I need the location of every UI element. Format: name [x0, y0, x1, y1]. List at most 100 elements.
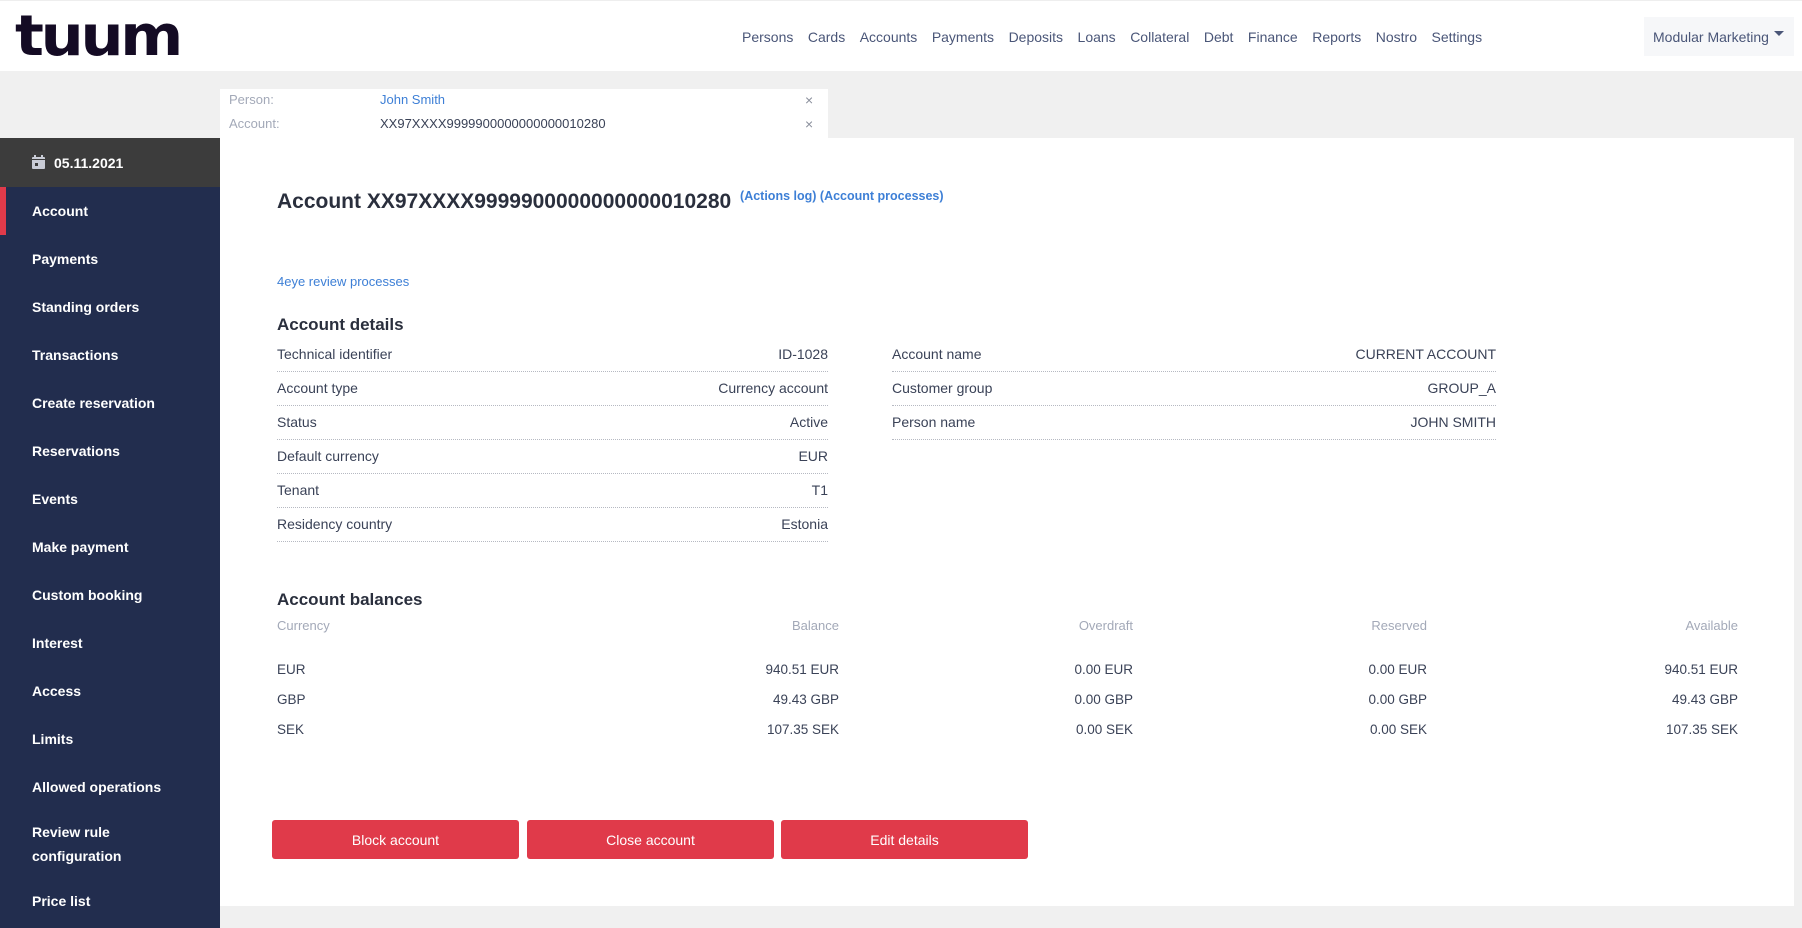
cell-balance: 107.35 SEK — [766, 722, 839, 737]
close-icon[interactable]: × — [805, 92, 813, 108]
nav-persons[interactable]: Persons — [742, 29, 793, 45]
sidebar-item-payments[interactable]: Payments — [0, 235, 220, 283]
detail-row: Default currency EUR — [277, 440, 828, 474]
column-header-available: Available — [1685, 618, 1738, 633]
close-account-button[interactable]: Close account — [527, 820, 774, 859]
sidebar-item-standing-orders[interactable]: Standing orders — [0, 283, 220, 331]
cell-overdraft: 0.00 EUR — [1074, 662, 1133, 677]
sidebar-item-allowed-operations[interactable]: Allowed operations — [0, 763, 220, 811]
context-person-link[interactable]: John Smith — [380, 92, 445, 107]
sidebar-item-custom-booking[interactable]: Custom booking — [0, 571, 220, 619]
detail-value: ID-1028 — [778, 346, 828, 362]
cell-currency: SEK — [277, 722, 305, 737]
context-person-label: Person: — [229, 92, 274, 107]
account-title: Account XX97XXXX9999900000000000010280 — [277, 190, 732, 213]
calendar-icon — [32, 154, 45, 169]
detail-row: Account name CURRENT ACCOUNT — [892, 338, 1496, 372]
account-details-title: Account details — [277, 315, 404, 334]
details-right-column: Account name CURRENT ACCOUNT Customer gro… — [892, 338, 1496, 440]
context-account-value: XX97XXXX9999900000000000010280 — [380, 116, 606, 131]
detail-row: Person name JOHN SMITH — [892, 406, 1496, 440]
column-header-overdraft: Overdraft — [1078, 618, 1133, 633]
detail-value: JOHN SMITH — [1410, 414, 1496, 430]
details-left-column: Technical identifier ID-1028 Account type… — [277, 338, 828, 542]
column-header-reserved: Reserved — [1371, 618, 1427, 633]
context-bar: Person: John Smith × Account: XX97XXXX99… — [220, 89, 828, 138]
cell-available: 49.43 GBP — [1671, 692, 1738, 707]
table-row: SEK 107.35 SEK 0.00 SEK 0.00 SEK 107.35 … — [277, 722, 1738, 752]
cell-currency: EUR — [277, 662, 306, 677]
4eye-review-processes-link[interactable]: 4eye review processes — [277, 274, 409, 289]
sidebar-item-make-payment[interactable]: Make payment — [0, 523, 220, 571]
balances-header-row: Currency Balance Overdraft Reserved Avai… — [277, 618, 1738, 638]
nav-settings[interactable]: Settings — [1431, 29, 1482, 45]
top-header: tuum Persons Cards Accounts Payments Dep… — [0, 0, 1802, 71]
sidebar-item-create-reservation[interactable]: Create reservation — [0, 379, 220, 427]
detail-value: EUR — [798, 448, 828, 464]
cell-balance: 940.51 EUR — [765, 662, 839, 677]
table-row: EUR 940.51 EUR 0.00 EUR 0.00 EUR 940.51 … — [277, 662, 1738, 692]
nav-reports[interactable]: Reports — [1312, 29, 1361, 45]
context-account-row: Account: XX97XXXX9999900000000000010280 … — [220, 116, 828, 140]
actions-log-link[interactable]: (Actions log) — [740, 189, 816, 203]
detail-label: Status — [277, 414, 317, 430]
tuum-logo[interactable]: tuum — [15, 9, 183, 65]
sidebar-item-limits[interactable]: Limits — [0, 715, 220, 763]
detail-label: Account name — [892, 346, 982, 362]
sidebar-item-events[interactable]: Events — [0, 475, 220, 523]
cell-reserved: 0.00 EUR — [1368, 662, 1427, 677]
sidebar-item-review-rule-configuration[interactable]: Review rule configuration — [0, 811, 150, 877]
sidebar-item-interest[interactable]: Interest — [0, 619, 220, 667]
nav-loans[interactable]: Loans — [1078, 29, 1116, 45]
org-selector-dropdown[interactable]: Modular Marketing — [1644, 17, 1794, 56]
org-selector-label: Modular Marketing — [1653, 28, 1769, 45]
account-processes-link[interactable]: (Account processes) — [820, 189, 944, 203]
current-date: 05.11.2021 — [54, 154, 124, 171]
detail-row: Customer group GROUP_A — [892, 372, 1496, 406]
nav-collateral[interactable]: Collateral — [1130, 29, 1189, 45]
nav-debt[interactable]: Debt — [1204, 29, 1234, 45]
date-bar: 05.11.2021 — [0, 138, 220, 187]
detail-row: Tenant T1 — [277, 474, 828, 508]
sidebar-item-price-list[interactable]: Price list — [0, 877, 220, 925]
account-panel: Account XX97XXXX9999900000000000010280 (… — [220, 138, 1794, 906]
title-links: (Actions log) (Account processes) — [740, 189, 944, 203]
table-row: GBP 49.43 GBP 0.00 GBP 0.00 GBP 49.43 GB… — [277, 692, 1738, 722]
nav-deposits[interactable]: Deposits — [1009, 29, 1063, 45]
detail-label: Customer group — [892, 380, 993, 396]
context-person-row: Person: John Smith × — [220, 92, 828, 116]
detail-row: Status Active — [277, 406, 828, 440]
cell-reserved: 0.00 SEK — [1369, 722, 1427, 737]
cell-currency: GBP — [277, 692, 306, 707]
edit-details-button[interactable]: Edit details — [781, 820, 1028, 859]
nav-accounts[interactable]: Accounts — [860, 29, 918, 45]
cell-available: 940.51 EUR — [1664, 662, 1738, 677]
sidebar-item-access[interactable]: Access — [0, 667, 220, 715]
account-balances-title: Account balances — [277, 590, 423, 609]
detail-label: Person name — [892, 414, 976, 430]
nav-finance[interactable]: Finance — [1248, 29, 1298, 45]
column-header-currency: Currency — [277, 618, 330, 633]
context-account-label: Account: — [229, 116, 280, 131]
nav-payments[interactable]: Payments — [932, 29, 994, 45]
block-account-button[interactable]: Block account — [272, 820, 519, 859]
nav-nostro[interactable]: Nostro — [1376, 29, 1417, 45]
sidebar: Account Payments Standing orders Transac… — [0, 187, 220, 928]
close-icon[interactable]: × — [805, 116, 813, 132]
nav-cards[interactable]: Cards — [808, 29, 845, 45]
sidebar-item-transactions[interactable]: Transactions — [0, 331, 220, 379]
detail-row: Account type Currency account — [277, 372, 828, 406]
caret-down-icon — [1773, 31, 1784, 36]
detail-row: Residency country Estonia — [277, 508, 828, 542]
detail-value: CURRENT ACCOUNT — [1355, 346, 1496, 362]
cell-overdraft: 0.00 GBP — [1074, 692, 1133, 707]
sidebar-item-account[interactable]: Account — [0, 187, 220, 235]
cell-balance: 49.43 GBP — [772, 692, 839, 707]
page-title: Account XX97XXXX9999900000000000010280 (… — [277, 189, 944, 214]
detail-value: T1 — [811, 482, 828, 498]
balances-table: Currency Balance Overdraft Reserved Avai… — [277, 618, 1738, 752]
sidebar-item-reservations[interactable]: Reservations — [0, 427, 220, 475]
column-header-balance: Balance — [792, 618, 839, 633]
detail-value: Currency account — [718, 380, 828, 396]
detail-row: Technical identifier ID-1028 — [277, 338, 828, 372]
